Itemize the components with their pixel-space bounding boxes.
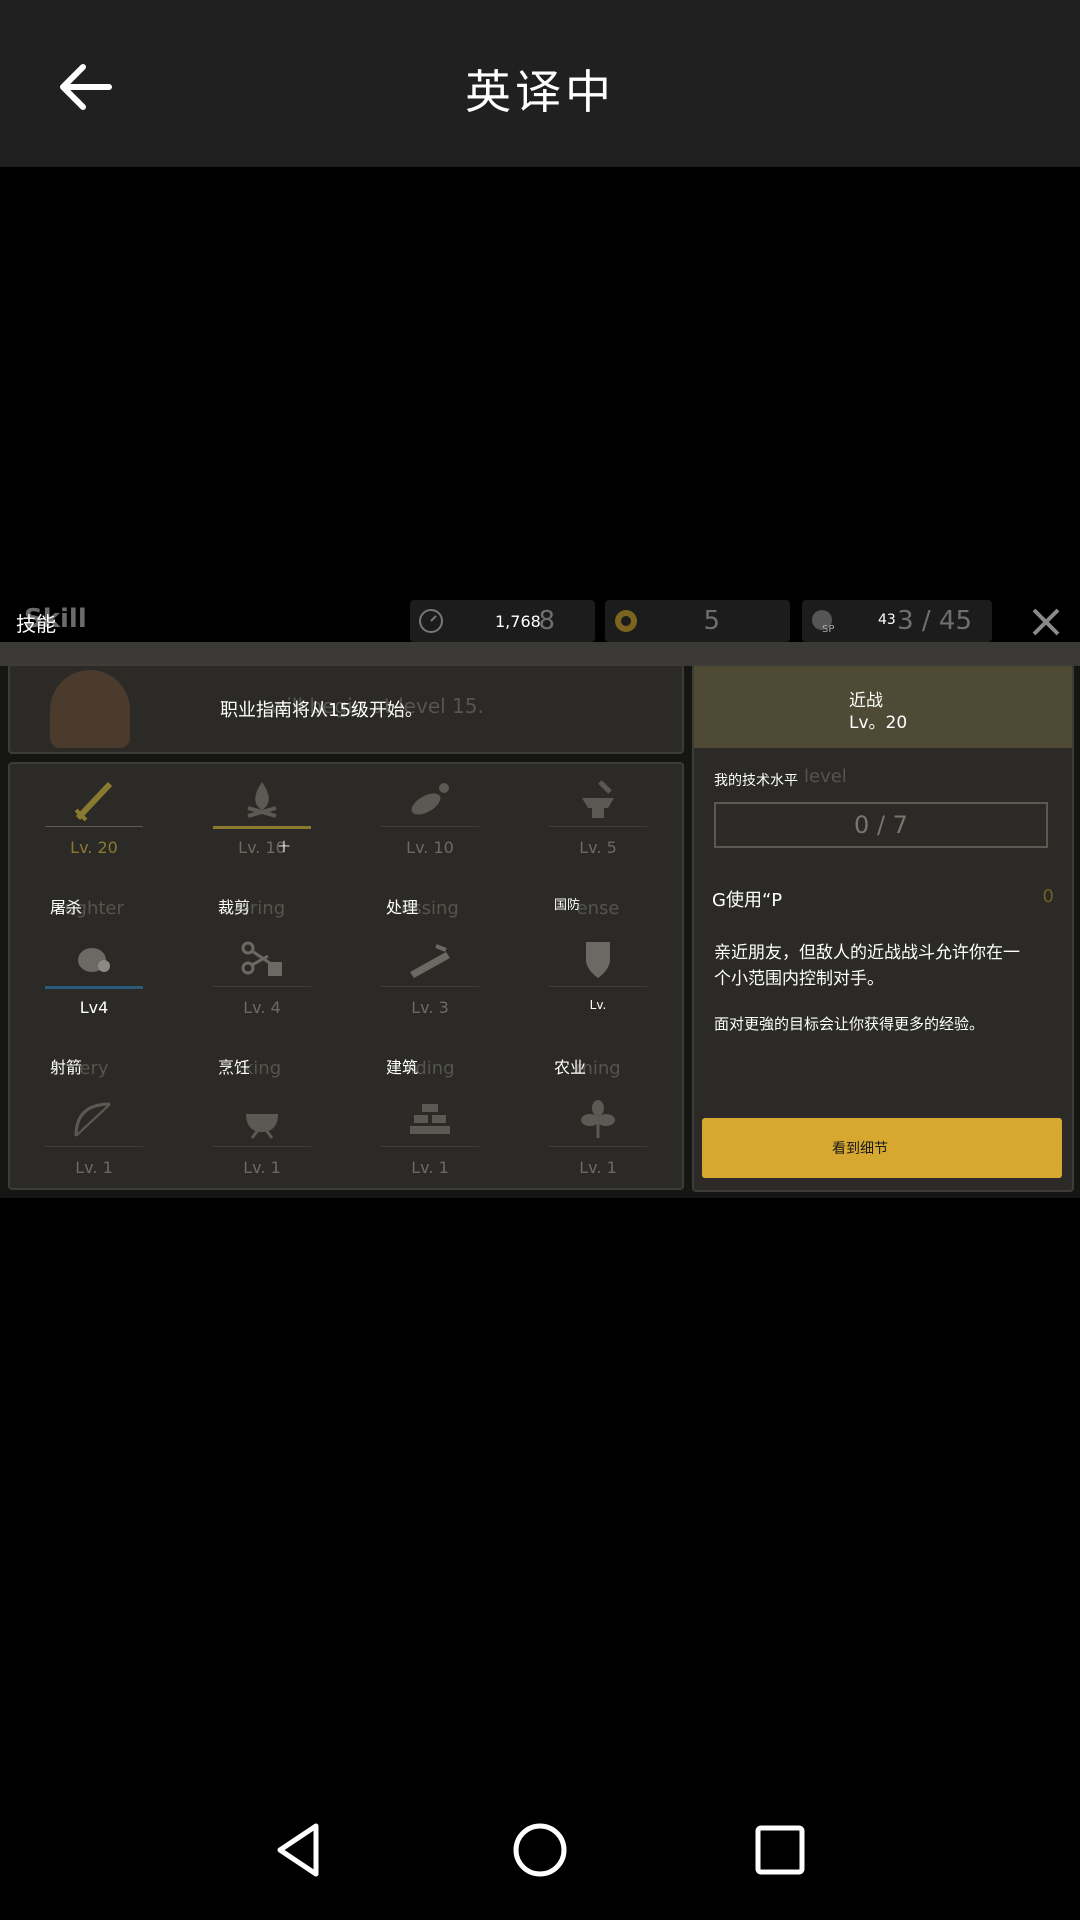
- skill-campfire[interactable]: Lv. 10 十: [178, 760, 346, 900]
- my-skill-level-label: 我的技术水平: [714, 773, 798, 789]
- skills-grid: Lv. 20 Lv. 10 十 Lv. 10 Lv. 5 ughter 屠杀 L…: [8, 762, 684, 1190]
- sword-icon: [74, 781, 113, 822]
- skill-anvil[interactable]: Lv. 5: [514, 760, 682, 900]
- character-portrait: [50, 670, 130, 748]
- career-guide-banner: will begin at level 15. 职业指南将从15级开始。: [8, 664, 684, 754]
- skill-cooking[interactable]: king 烹饪 Lv. 1: [178, 1058, 346, 1220]
- nav-back-icon[interactable]: [268, 1818, 332, 1882]
- translated-game-screenshot: Skill 技能 8 1,768 5 SP 3 / 45 43 will beg…: [0, 600, 1080, 1198]
- gear-coin-icon: [615, 610, 637, 632]
- shield-icon: [586, 942, 610, 978]
- skill-herb[interactable]: Lv. 10: [346, 760, 514, 900]
- skill-tailoring[interactable]: oring 裁剪 Lv. 4: [178, 898, 346, 1060]
- nav-recents-icon[interactable]: [748, 1818, 812, 1882]
- skill-detail-level: Lv。20: [849, 713, 908, 733]
- scissors-icon: [241, 941, 282, 976]
- banner-message: 职业指南将从15级开始。: [220, 700, 423, 721]
- skill-archery[interactable]: ery 射箭 Lv. 1: [10, 1058, 178, 1220]
- pot-icon: [246, 1114, 278, 1139]
- nav-home-icon[interactable]: [508, 1818, 572, 1882]
- game-top-strip: Skill 技能 8 1,768 5 SP 3 / 45 43: [0, 600, 1080, 642]
- page-title: 英译中: [465, 65, 615, 119]
- my-skill-level-value: 0 / 7: [714, 802, 1048, 848]
- skill-detail-panel: 近战 Lv。20 level 我的技术水平 0 / 7 G使用“P 0 亲近朋友…: [692, 664, 1074, 1192]
- sp-icon: SP: [812, 610, 834, 634]
- skill-processing[interactable]: essing 处理 Lv. 3: [346, 898, 514, 1060]
- plant-icon: [581, 1100, 615, 1138]
- anvil-icon: [582, 780, 614, 818]
- skill-slaughter[interactable]: ughter 屠杀 Lv4: [10, 898, 178, 1060]
- skill-defense[interactable]: ense 国防 Lv.: [514, 898, 682, 1060]
- torn-paper-edge: [0, 642, 1080, 666]
- resource-sp: SP 3 / 45 43: [802, 600, 992, 642]
- resource-gear: 5: [605, 600, 790, 642]
- skill-description: 亲近朋友，但敌人的近战战斗允许你在一个小范围内控制对手。: [714, 943, 1020, 989]
- system-navigation-bar: [0, 1780, 1080, 1920]
- meat-icon: [78, 948, 110, 972]
- skill-screen-title: Skill 技能: [16, 604, 87, 636]
- plank-icon: [410, 944, 450, 978]
- skill-description-extra: 面对更強的目标会让你获得更多的经验。: [714, 1015, 985, 1033]
- herb-icon: [411, 783, 449, 815]
- app-bar: 英译中: [0, 0, 1080, 167]
- use-sp-label: G使用“P: [712, 890, 783, 911]
- campfire-icon: [247, 782, 277, 818]
- bricks-icon: [410, 1104, 450, 1134]
- bow-icon: [74, 1102, 111, 1137]
- skill-detail-header: 近战 Lv。20: [694, 666, 1072, 748]
- skill-building[interactable]: ilding 建筑 Lv. 1: [346, 1058, 514, 1220]
- resource-clock: 8 1,768: [410, 600, 595, 642]
- svg-text:SP: SP: [822, 624, 834, 634]
- close-icon[interactable]: [1026, 602, 1066, 642]
- skill-melee[interactable]: Lv. 20: [10, 760, 178, 900]
- use-sp-value: 0: [1042, 886, 1054, 907]
- clock-icon: [419, 609, 443, 633]
- skill-farming[interactable]: ming 农业 Lv. 1: [514, 1058, 682, 1220]
- see-details-button[interactable]: 看到细节: [702, 1118, 1062, 1178]
